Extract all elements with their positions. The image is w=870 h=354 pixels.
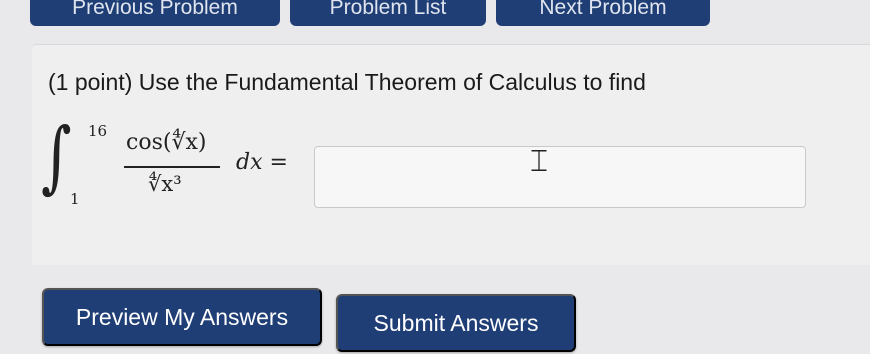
preview-answers-button[interactable]: Preview My Answers (42, 288, 322, 346)
integrand-denominator: ∜x³ (148, 172, 182, 196)
fraction-bar (124, 166, 220, 168)
problem-list-button[interactable]: Problem List (290, 0, 486, 26)
submit-answers-button[interactable]: Submit Answers (336, 294, 576, 352)
integral-sign-icon: ∫ (41, 112, 72, 202)
lower-limit: 1 (70, 190, 80, 208)
next-problem-button[interactable]: Next Problem (496, 0, 710, 26)
dx-equals: dx = (236, 150, 288, 175)
previous-problem-button[interactable]: Previous Problem (30, 0, 280, 26)
problem-statement: (1 point) Use the Fundamental Theorem of… (48, 69, 646, 95)
integrand-numerator: cos(∜x) (126, 130, 207, 155)
upper-limit: 16 (88, 122, 108, 140)
text-cursor-icon: ⌶ (530, 144, 548, 179)
answer-input[interactable] (314, 146, 806, 208)
